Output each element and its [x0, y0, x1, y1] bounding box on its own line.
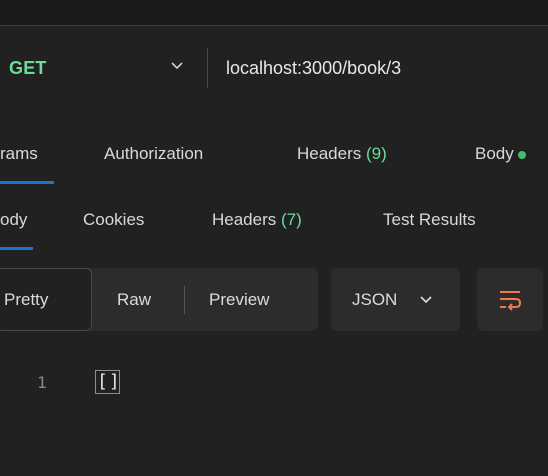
response-panel: GET localhost:3000/book/3 rams Authoriza… [0, 0, 548, 476]
wrap-lines-icon[interactable] [497, 287, 523, 313]
format-label[interactable]: JSON [352, 290, 397, 310]
divider [207, 48, 208, 88]
tab-authorization[interactable]: Authorization [104, 144, 203, 164]
top-strip [0, 0, 548, 26]
tab-label: ody [0, 210, 28, 229]
tab-label: Body [475, 144, 514, 163]
request-url-bar: GET localhost:3000/book/3 [0, 44, 548, 96]
active-tab-indicator [0, 181, 54, 184]
pretty-label[interactable]: Pretty [4, 290, 48, 310]
tab-headers[interactable]: Headers (9) [297, 144, 387, 164]
tab-label: rams [0, 144, 38, 163]
tab-label: Headers [212, 210, 281, 229]
headers-count: (9) [365, 144, 387, 163]
raw-button[interactable]: Raw [117, 290, 151, 310]
tab-test-results[interactable]: Test Results [383, 210, 476, 230]
method-select[interactable]: GET [9, 58, 47, 79]
tab-label: Authorization [104, 144, 204, 163]
tab-params[interactable]: rams [0, 144, 38, 164]
divider [0, 25, 548, 26]
chevron-down-icon[interactable] [418, 291, 434, 307]
tab-body[interactable]: Body [475, 144, 526, 164]
code-line[interactable]: [] [97, 371, 121, 392]
tab-label: Headers [297, 144, 366, 163]
headers-count: (7) [280, 210, 302, 229]
tab-label: Test Results [383, 210, 476, 229]
chevron-down-icon[interactable] [168, 56, 186, 74]
preview-button[interactable]: Preview [209, 290, 269, 310]
tab-cookies[interactable]: Cookies [83, 210, 144, 230]
active-tab-indicator [0, 247, 33, 250]
url-input[interactable]: localhost:3000/book/3 [226, 58, 401, 79]
line-number: 1 [37, 373, 47, 392]
tab-label: Cookies [83, 210, 145, 229]
tab-response-headers[interactable]: Headers (7) [212, 210, 302, 230]
tab-response-body[interactable]: ody [0, 210, 27, 230]
status-dot-icon [517, 150, 526, 159]
divider [184, 286, 185, 314]
